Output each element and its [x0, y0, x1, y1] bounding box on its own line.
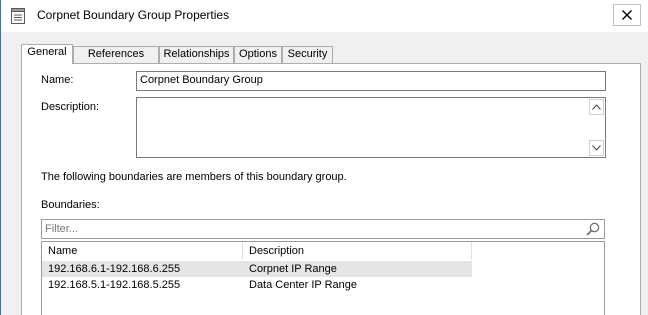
boundary-name-cell: 192.168.6.1-192.168.6.255: [48, 263, 181, 275]
chevron-up-icon: [592, 104, 601, 110]
description-label: Description:: [41, 101, 100, 113]
name-label: Name:: [41, 74, 74, 86]
tab-relationships[interactable]: Relationships: [159, 46, 234, 63]
boundaries-list-header: Name Description: [42, 242, 472, 260]
close-icon: [622, 10, 632, 20]
tab-references[interactable]: References: [73, 46, 159, 63]
title-bar: Corpnet Boundary Group Properties: [1, 0, 648, 32]
description-field[interactable]: [136, 97, 606, 158]
properties-document-icon: [11, 8, 25, 24]
name-field[interactable]: Corpnet Boundary Group: [136, 71, 606, 91]
boundary-description-cell: Corpnet IP Range: [249, 263, 337, 275]
chevron-down-icon: [592, 145, 601, 151]
table-row[interactable]: 192.168.6.1-192.168.6.255 Corpnet IP Ran…: [42, 261, 472, 277]
boundaries-list: Name Description 192.168.6.1-192.168.6.2…: [41, 241, 605, 315]
table-row[interactable]: 192.168.5.1-192.168.5.255 Data Center IP…: [42, 277, 472, 293]
tab-general[interactable]: General: [21, 44, 73, 64]
filter-input[interactable]: [45, 222, 575, 236]
boundaries-label: Boundaries:: [41, 199, 100, 211]
properties-window: Corpnet Boundary Group Properties Genera…: [0, 0, 648, 315]
search-icon[interactable]: [586, 222, 600, 236]
tab-security[interactable]: Security: [282, 46, 333, 63]
boundary-name-cell: 192.168.5.1-192.168.5.255: [48, 279, 181, 291]
description-scroll-down-button[interactable]: [589, 140, 604, 156]
window-title: Corpnet Boundary Group Properties: [37, 8, 230, 22]
tab-options[interactable]: Options: [234, 46, 282, 63]
column-header-name[interactable]: Name: [42, 242, 242, 260]
members-info-text: The following boundaries are members of …: [41, 171, 347, 183]
description-scroll-up-button[interactable]: [589, 99, 604, 115]
name-field-value: Corpnet Boundary Group: [140, 74, 263, 86]
close-button[interactable]: [613, 4, 641, 26]
boundary-description-cell: Data Center IP Range: [249, 279, 358, 291]
column-header-description[interactable]: Description: [243, 242, 471, 260]
filter-box[interactable]: [41, 219, 605, 239]
column-divider[interactable]: [471, 242, 472, 260]
